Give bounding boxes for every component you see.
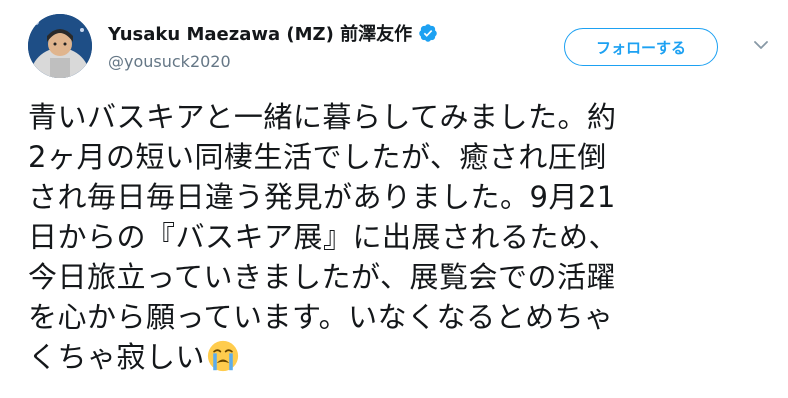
tweet-line: 2ヶ月の短い同棲生活でしたが、癒され圧倒 <box>28 140 607 174</box>
loudly-crying-face-icon <box>207 340 239 372</box>
tweet-line: くちゃ寂しい <box>28 340 206 374</box>
tweet-line: 今日旅立っていきましたが、展覧会での活躍 <box>28 260 616 294</box>
tweet-line: を心から願っています。いなくなるとめちゃ <box>28 300 614 334</box>
display-name[interactable]: Yusaku Maezawa (MZ) 前澤友作 <box>108 20 412 46</box>
follow-button[interactable]: フォローする <box>564 28 718 66</box>
tweet-header: Yusaku Maezawa (MZ) 前澤友作 @yousuck2020 フォ… <box>28 14 778 84</box>
chevron-down-icon[interactable] <box>752 36 770 54</box>
name-row: Yusaku Maezawa (MZ) 前澤友作 <box>108 20 438 46</box>
tweet-line-last: くちゃ寂しい <box>28 337 780 377</box>
avatar[interactable] <box>28 14 92 78</box>
tweet-line: 青いバスキアと一緒に暮らしてみました。約 <box>28 100 617 134</box>
tweet-line: 日からの『バスキア展』に出展されるため、 <box>28 220 619 254</box>
avatar-image <box>28 14 92 78</box>
tweet-line: され毎日毎日違う発見がありました。9月21 <box>28 180 616 214</box>
tweet-text: 青いバスキアと一緒に暮らしてみました。約 2ヶ月の短い同棲生活でしたが、癒され圧… <box>28 97 780 377</box>
verified-badge-icon <box>419 24 437 42</box>
user-handle[interactable]: @yousuck2020 <box>108 52 231 71</box>
